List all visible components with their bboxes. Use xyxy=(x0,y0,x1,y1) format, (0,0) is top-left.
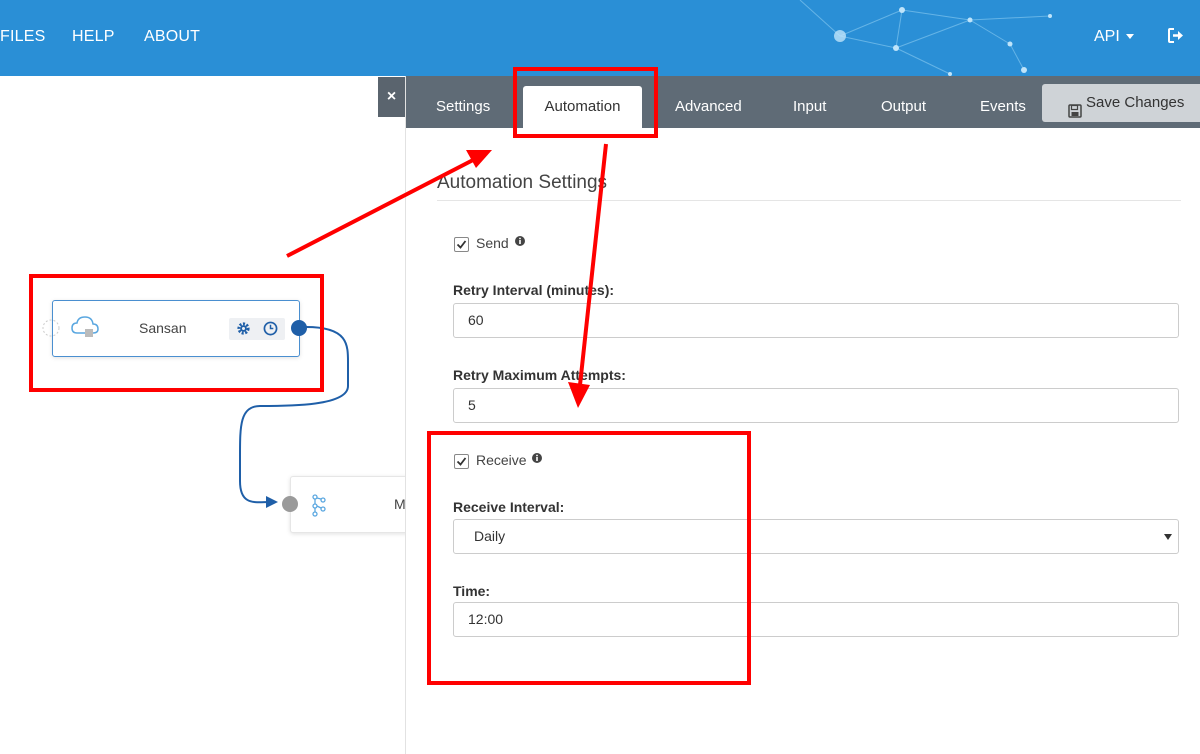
save-disk-icon xyxy=(1068,95,1082,133)
save-changes-label: Save Changes xyxy=(1086,94,1185,111)
tab-output[interactable]: Output xyxy=(881,98,926,115)
node-label: M xyxy=(394,496,405,512)
receive-label: Receive xyxy=(476,452,527,468)
nav-help-link[interactable]: HELP xyxy=(72,28,115,46)
node-sansan[interactable]: Sansan xyxy=(42,300,307,357)
time-input[interactable]: 12:00 xyxy=(453,602,1179,637)
output-port[interactable] xyxy=(291,320,307,336)
divider xyxy=(437,200,1181,201)
receive-interval-select[interactable]: Daily xyxy=(453,519,1179,554)
tab-events[interactable]: Events xyxy=(980,98,1026,115)
cloud-icon xyxy=(71,315,99,344)
time-label: Time: xyxy=(453,583,491,599)
tab-bar: Settings Automation Advanced Input Outpu… xyxy=(406,76,1200,128)
chevron-down-icon xyxy=(1164,534,1172,540)
retry-max-attempts-input[interactable]: 5 xyxy=(453,388,1179,423)
node-m[interactable]: M xyxy=(282,476,405,533)
tab-automation[interactable]: Automation xyxy=(523,86,642,128)
tab-input[interactable]: Input xyxy=(793,98,826,115)
retry-interval-input[interactable]: 60 xyxy=(453,303,1179,338)
close-panel-button[interactable]: × xyxy=(378,77,405,117)
receive-interval-value: Daily xyxy=(474,528,506,544)
connector-lines xyxy=(239,326,350,508)
drag-handle-icon[interactable] xyxy=(41,318,61,343)
retry-max-attempts-label: Retry Maximum Attempts: xyxy=(453,367,626,383)
info-icon[interactable] xyxy=(532,450,542,468)
section-title: Automation Settings xyxy=(437,172,608,193)
info-icon[interactable] xyxy=(515,233,525,251)
tab-advanced[interactable]: Advanced xyxy=(675,98,742,115)
send-checkbox[interactable] xyxy=(454,237,469,252)
flow-canvas[interactable]: Sansan M xyxy=(0,76,405,754)
api-menu-label: API xyxy=(1094,28,1120,45)
clock-icon[interactable] xyxy=(263,321,278,341)
node-actions xyxy=(229,318,285,340)
tab-settings[interactable]: Settings xyxy=(436,98,490,115)
nav-files-link[interactable]: FILES xyxy=(0,28,45,46)
settings-panel: Settings Automation Advanced Input Outpu… xyxy=(405,76,1200,754)
save-changes-button[interactable]: Save Changes xyxy=(1042,84,1200,122)
send-label: Send xyxy=(476,235,509,251)
input-port[interactable] xyxy=(282,496,298,512)
flow-icon xyxy=(311,493,327,522)
sign-out-icon[interactable] xyxy=(1168,28,1185,48)
top-navigation-bar: FILES HELP ABOUT API xyxy=(0,0,1200,76)
retry-interval-label: Retry Interval (minutes): xyxy=(453,282,615,298)
network-decoration xyxy=(799,0,1052,76)
caret-down-icon xyxy=(1125,34,1134,40)
node-label: Sansan xyxy=(139,320,187,336)
api-menu[interactable]: API xyxy=(1094,28,1134,46)
nav-about-link[interactable]: ABOUT xyxy=(144,28,200,46)
receive-checkbox[interactable] xyxy=(454,454,469,469)
receive-interval-label: Receive Interval: xyxy=(453,499,565,515)
gear-icon[interactable] xyxy=(236,321,251,341)
